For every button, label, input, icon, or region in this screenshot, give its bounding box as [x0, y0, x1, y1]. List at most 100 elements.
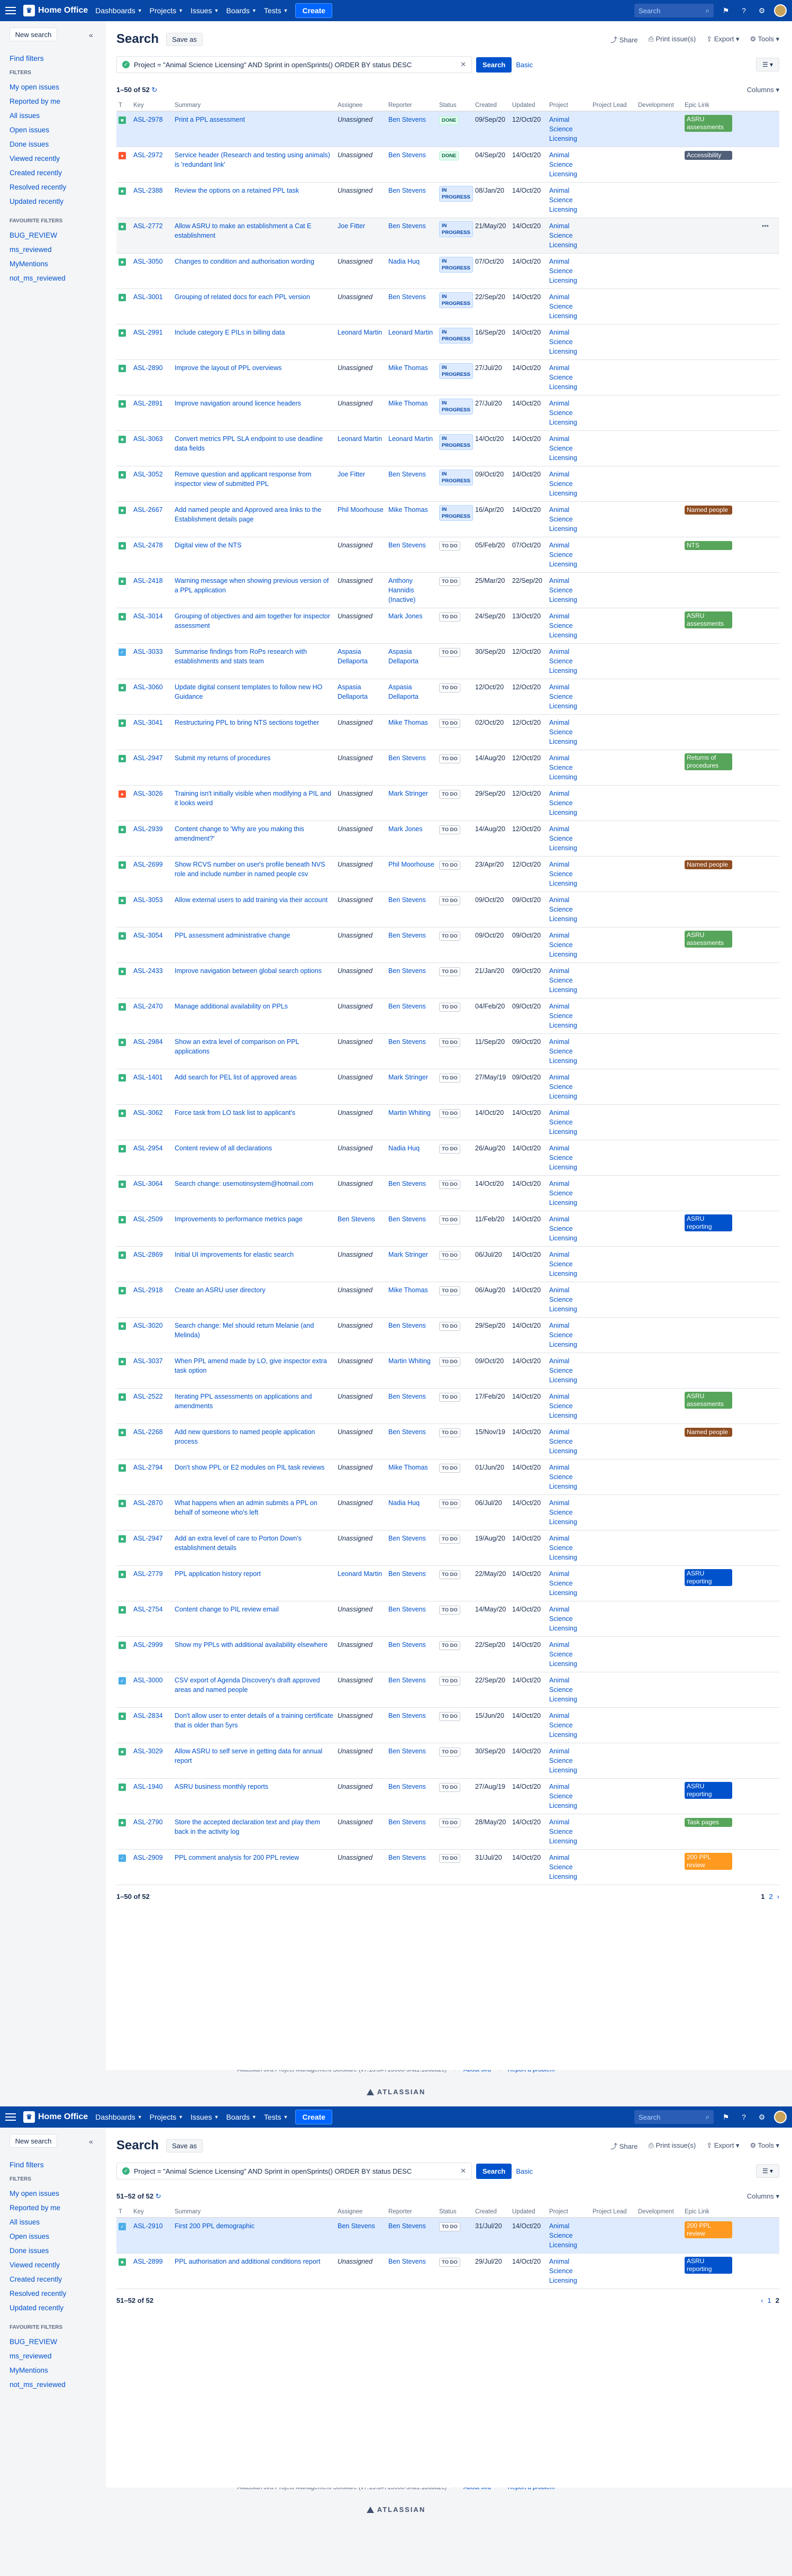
reporter[interactable]: Ben Stevens [388, 1393, 426, 1400]
favourite-filter-ms-reviewed[interactable]: ms_reviewed [10, 2349, 96, 2363]
reporter[interactable]: Ben Stevens [388, 1180, 426, 1187]
issue-summary-link[interactable]: Add search for PEL list of approved area… [175, 1074, 297, 1081]
issue-row[interactable]: ■ ASL-2790 Store the accepted declaration … [116, 1814, 779, 1850]
project-link[interactable]: Animal Science Licensing [549, 1109, 577, 1136]
issue-row[interactable]: ■ ASL-3053 Allow external users to add tra… [116, 891, 779, 927]
issue-summary-link[interactable]: Allow ASRU to make an establishment a Ca… [175, 222, 311, 239]
sidebar-filter-resolved-recently[interactable]: Resolved recently [10, 180, 96, 194]
issue-summary-link[interactable]: Improve navigation around licence header… [175, 400, 301, 407]
project-link[interactable]: Animal Science Licensing [549, 400, 577, 426]
epic-link[interactable]: Named people [685, 506, 732, 515]
epic-link[interactable]: Task pages [685, 1818, 732, 1827]
reporter[interactable]: Ben Stevens [388, 1783, 426, 1790]
project-link[interactable]: Animal Science Licensing [549, 1393, 577, 1419]
issue-key-link[interactable]: ASL-2999 [133, 1641, 163, 1649]
project-link[interactable]: Animal Science Licensing [549, 1712, 577, 1739]
collapse-sidebar-icon[interactable]: « [89, 31, 93, 39]
sidebar-filter-done-issues[interactable]: Done issues [10, 137, 96, 151]
issue-row[interactable]: ■ ASL-2754 Content change to PIL review em… [116, 1601, 779, 1637]
sidebar-filter-all-issues[interactable]: All issues [10, 109, 96, 123]
reporter[interactable]: Ben Stevens [388, 187, 426, 194]
reporter[interactable]: Ben Stevens [388, 1428, 426, 1436]
epic-link[interactable]: Named people [685, 1428, 732, 1437]
issue-summary-link[interactable]: What happens when an admin submits a PPL… [175, 1499, 317, 1516]
issue-summary-link[interactable]: Show my PPLs with additional availabilit… [175, 1641, 327, 1649]
basic-mode-link[interactable]: Basic [516, 61, 533, 69]
issue-key-link[interactable]: ASL-2891 [133, 400, 163, 407]
issue-row[interactable]: ■ ASL-2470 Manage additional availability … [116, 998, 779, 1034]
project-link[interactable]: Animal Science Licensing [549, 1748, 577, 1774]
issue-row[interactable]: ■ ASL-3054 PPL assessment administrative c… [116, 927, 779, 963]
reporter[interactable]: Ben Stevens [388, 471, 426, 478]
issue-key-link[interactable]: ASL-2947 [133, 754, 163, 762]
issue-key-link[interactable]: ASL-3062 [133, 1109, 163, 1116]
reporter[interactable]: Ben Stevens [388, 1641, 426, 1649]
issue-summary-link[interactable]: Search change: Mel should return Melanie… [175, 1322, 314, 1339]
global-search-input[interactable]: Search ⌕ [634, 4, 714, 17]
issue-key-link[interactable]: ASL-2939 [133, 825, 163, 833]
column-header-created[interactable]: Created [473, 2206, 510, 2218]
favourite-filter-not-ms-reviewed[interactable]: not_ms_reviewed [10, 2377, 96, 2392]
issue-key-link[interactable]: ASL-2834 [133, 1712, 163, 1719]
issue-key-link[interactable]: ASL-3063 [133, 435, 163, 443]
reporter[interactable]: Ben Stevens [388, 2258, 426, 2265]
reporter[interactable]: Ben Stevens [388, 1854, 426, 1861]
sidebar-filter-open-issues[interactable]: Open issues [10, 123, 96, 137]
issue-row[interactable]: ■ ASL-2388 Review the options on a retaine… [116, 182, 779, 218]
issue-row[interactable]: ■ ASL-2772 Allow ASRU to make an establish… [116, 218, 779, 254]
project-link[interactable]: Animal Science Licensing [549, 293, 577, 320]
issue-key-link[interactable]: ASL-2954 [133, 1145, 163, 1152]
issue-row[interactable]: ■ ASL-2890 Improve the layout of PPL overv… [116, 359, 779, 395]
nav-dashboards[interactable]: Dashboards ▼ [95, 2113, 142, 2121]
issue-summary-link[interactable]: Digital view of the NTS [175, 542, 241, 549]
issue-summary-link[interactable]: Changes to condition and authorisation w… [175, 258, 314, 265]
issue-summary-link[interactable]: When PPL amend made by LO, give inspecto… [175, 1357, 327, 1374]
issue-summary-link[interactable]: Don't show PPL or E2 modules on PIL task… [175, 1464, 325, 1471]
tools-button[interactable]: ⚙ Tools ▾ [750, 35, 779, 43]
collapse-sidebar-icon[interactable]: « [89, 2137, 93, 2146]
nav-projects[interactable]: Projects ▼ [150, 2113, 184, 2121]
column-header-assignee[interactable]: Assignee [335, 2206, 386, 2218]
issue-summary-link[interactable]: PPL assessment administrative change [175, 932, 290, 939]
issue-summary-link[interactable]: Summarise findings from RoPs research wi… [175, 648, 307, 665]
issue-summary-link[interactable]: Content review of all declarations [175, 1145, 272, 1152]
issue-row[interactable]: ● ASL-2972 Service header (Research and te… [116, 147, 779, 183]
notifications-icon[interactable]: ⚑ [720, 2111, 732, 2123]
column-header-epic-link[interactable]: Epic Link [682, 2206, 751, 2218]
project-link[interactable]: Animal Science Licensing [549, 648, 577, 674]
issue-key-link[interactable]: ASL-2699 [133, 861, 163, 868]
project-link[interactable]: Animal Science Licensing [549, 1428, 577, 1455]
sidebar-filter-open-issues[interactable]: Open issues [10, 2229, 96, 2244]
epic-link[interactable]: Named people [685, 860, 732, 869]
issue-summary-link[interactable]: Allow ASRU to self serve in getting data… [175, 1748, 322, 1764]
issue-key-link[interactable]: ASL-2790 [133, 1818, 163, 1826]
column-header-key[interactable]: Key [131, 100, 172, 112]
project-link[interactable]: Animal Science Licensing [549, 1464, 577, 1490]
column-header-project[interactable]: Project [547, 2206, 590, 2218]
clear-query-icon[interactable]: ✕ [460, 2167, 466, 2175]
column-header-t[interactable]: T [116, 100, 131, 112]
reporter[interactable]: Ben Stevens [388, 932, 426, 939]
issue-row[interactable]: ■ ASL-2433 Improve navigation between glob… [116, 962, 779, 998]
project-link[interactable]: Animal Science Licensing [549, 506, 577, 533]
issue-key-link[interactable]: ASL-2470 [133, 1003, 163, 1010]
issue-key-link[interactable]: ASL-2947 [133, 1535, 163, 1542]
columns-button[interactable]: Columns ▾ [747, 2192, 779, 2201]
project-link[interactable]: Animal Science Licensing [549, 1606, 577, 1632]
basic-mode-link[interactable]: Basic [516, 2167, 533, 2175]
issue-row[interactable]: ■ ASL-3041 Restructuring PPL to bring NTS … [116, 714, 779, 750]
assignee[interactable]: Phil Moorhouse [338, 506, 384, 514]
issue-summary-link[interactable]: Improve navigation between global search… [175, 967, 322, 975]
issue-row[interactable]: ● ASL-3026 Training isn't initially visibl… [116, 785, 779, 821]
issue-row[interactable]: ■ ASL-1401 Add search for PEL list of appr… [116, 1069, 779, 1105]
issue-row[interactable]: ■ ASL-2870 What happens when an admin subm… [116, 1494, 779, 1530]
project-link[interactable]: Animal Science Licensing [549, 1038, 577, 1065]
assignee[interactable]: Ben Stevens [338, 2222, 375, 2230]
issue-summary-link[interactable]: Grouping of objectives and aim together … [175, 613, 330, 629]
reporter[interactable]: Mark Stringer [388, 790, 428, 797]
nav-boards[interactable]: Boards ▼ [226, 6, 257, 15]
project-link[interactable]: Animal Science Licensing [549, 932, 577, 958]
issue-key-link[interactable]: ASL-2772 [133, 222, 163, 230]
search-button[interactable]: Search [476, 57, 512, 73]
issue-summary-link[interactable]: Search change: usernotinsystem@hotmail.c… [175, 1180, 313, 1187]
